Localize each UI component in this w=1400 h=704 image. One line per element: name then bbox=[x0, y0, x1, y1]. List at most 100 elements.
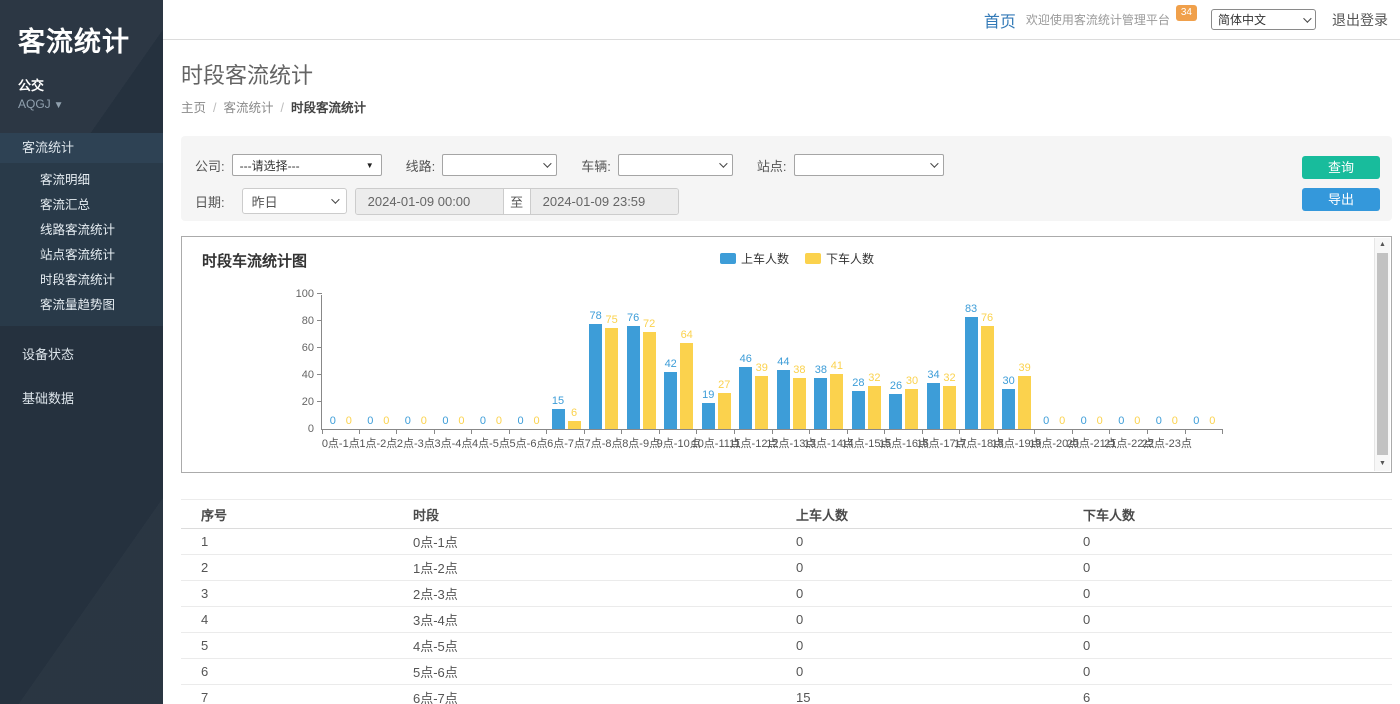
sidebar-section-客流统计[interactable]: 客流统计 bbox=[0, 133, 163, 163]
language-value: 简体中文 bbox=[1218, 11, 1266, 28]
bar-column: 26 bbox=[889, 380, 902, 429]
bar bbox=[718, 393, 731, 429]
table-cell: 6 bbox=[1083, 690, 1392, 704]
chart-category: 384113点-14点 bbox=[810, 295, 848, 429]
bar-column: 44 bbox=[777, 356, 790, 429]
bar-column: 0 bbox=[1056, 415, 1069, 429]
chart-category: 1566点-7点 bbox=[547, 295, 585, 429]
scrollbar-thumb[interactable] bbox=[1377, 253, 1388, 455]
date-label: 日期: bbox=[195, 192, 225, 211]
chevron-down-icon bbox=[543, 159, 551, 167]
chart-legend: 上车人数下车人数 bbox=[720, 250, 874, 267]
end-datetime-input[interactable]: 2024-01-09 23:59 bbox=[531, 189, 678, 214]
home-link[interactable]: 首页 bbox=[984, 8, 1016, 32]
table-cell: 0 bbox=[796, 638, 1083, 653]
line-label: 线路: bbox=[406, 156, 436, 175]
logout-link[interactable]: 退出登录 bbox=[1332, 10, 1388, 30]
bar-value-label: 39 bbox=[756, 362, 768, 374]
bar bbox=[589, 324, 602, 429]
bar-value-label: 34 bbox=[927, 369, 939, 381]
sidebar-item-客流汇总[interactable]: 客流汇总 bbox=[0, 193, 163, 218]
table-cell: 1点-2点 bbox=[413, 558, 796, 577]
station-select[interactable] bbox=[794, 154, 944, 176]
table-cell: 6点-7点 bbox=[413, 688, 796, 704]
chart-category: 003点-4点 bbox=[435, 295, 473, 429]
chart-panel: 时段车流统计图 上车人数下车人数 020406080100 000点-1点001… bbox=[181, 236, 1392, 473]
x-axis-label: 5点-6点 bbox=[510, 435, 548, 451]
legend-item-上车人数[interactable]: 上车人数 bbox=[720, 250, 789, 267]
legend-label: 上车人数 bbox=[741, 250, 789, 267]
table-cell: 0 bbox=[796, 534, 1083, 549]
bar-value-label: 41 bbox=[831, 360, 843, 372]
bar-column: 0 bbox=[1190, 415, 1203, 429]
line-select[interactable] bbox=[442, 154, 557, 176]
date-preset-select[interactable]: 昨日 bbox=[242, 188, 347, 214]
org-selector[interactable]: AQGJ▼ bbox=[18, 97, 147, 111]
x-axis-label: 6点-7点 bbox=[547, 435, 585, 451]
chart-category: 000点-1点 bbox=[322, 295, 360, 429]
y-tick-label: 60 bbox=[280, 342, 314, 354]
legend-item-下车人数[interactable]: 下车人数 bbox=[805, 250, 874, 267]
date-preset-value: 昨日 bbox=[252, 192, 278, 211]
bar-value-label: 0 bbox=[1193, 415, 1199, 427]
bar-value-label: 0 bbox=[383, 415, 389, 427]
scroll-down-icon[interactable]: ▼ bbox=[1375, 457, 1390, 471]
breadcrumb-section[interactable]: 客流统计 bbox=[224, 101, 274, 115]
company-select[interactable]: ---请选择--- ▼ bbox=[232, 154, 382, 176]
datetime-range: 2024-01-09 00:00 至 2024-01-09 23:59 bbox=[355, 188, 679, 215]
bar bbox=[755, 376, 768, 429]
bar-column: 0 bbox=[326, 415, 339, 429]
breadcrumb-home[interactable]: 主页 bbox=[181, 101, 206, 115]
bar-column: 0 bbox=[1131, 415, 1144, 429]
bar-value-label: 0 bbox=[480, 415, 486, 427]
bar bbox=[643, 332, 656, 429]
query-button[interactable]: 查询 bbox=[1302, 156, 1380, 179]
sidebar-item-客流量趋势图[interactable]: 客流量趋势图 bbox=[0, 293, 163, 318]
sidebar-section-设备状态[interactable]: 设备状态 bbox=[0, 340, 163, 370]
sidebar-item-站点客流统计[interactable]: 站点客流统计 bbox=[0, 243, 163, 268]
company-value: ---请选择--- bbox=[240, 157, 300, 174]
sidebar-section-基础数据[interactable]: 基础数据 bbox=[0, 384, 163, 414]
bar bbox=[830, 374, 843, 429]
sidebar-item-客流明细[interactable]: 客流明细 bbox=[0, 168, 163, 193]
page-content: 时段客流统计 主页/客流统计/时段客流统计 公司: ---请选择--- ▼ 线路… bbox=[163, 40, 1400, 704]
chart-title: 时段车流统计图 bbox=[202, 250, 307, 271]
bar-column: 15 bbox=[552, 395, 565, 429]
y-tick-label: 20 bbox=[280, 396, 314, 408]
language-select[interactable]: 简体中文 bbox=[1211, 9, 1316, 30]
bar-column: 32 bbox=[943, 372, 956, 429]
bar-column: 0 bbox=[364, 415, 377, 429]
table-cell: 15 bbox=[796, 690, 1083, 704]
table-cell: 4点-5点 bbox=[413, 636, 796, 655]
vehicle-select[interactable] bbox=[618, 154, 733, 176]
y-tick-label: 80 bbox=[280, 315, 314, 327]
filter-row-1: 公司: ---请选择--- ▼ 线路: 车辆 bbox=[195, 154, 1378, 176]
bar-value-label: 32 bbox=[868, 372, 880, 384]
y-tick-label: 100 bbox=[280, 288, 314, 300]
bar bbox=[1018, 376, 1031, 429]
chart-category: 0022点-23点 bbox=[1148, 295, 1186, 429]
table-cell: 0 bbox=[1083, 534, 1392, 549]
table-cell: 3点-4点 bbox=[413, 610, 796, 629]
legend-swatch bbox=[720, 253, 736, 264]
sidebar-item-时段客流统计[interactable]: 时段客流统计 bbox=[0, 268, 163, 293]
export-button[interactable]: 导出 bbox=[1302, 188, 1380, 211]
legend-swatch bbox=[805, 253, 821, 264]
bar-value-label: 0 bbox=[1134, 415, 1140, 427]
bar-value-label: 27 bbox=[718, 379, 730, 391]
chart-scrollbar[interactable]: ▲ ▼ bbox=[1374, 238, 1390, 471]
bar bbox=[627, 326, 640, 429]
chart-category: 192710点-11点 bbox=[697, 295, 735, 429]
y-tick-label: 40 bbox=[280, 369, 314, 381]
bar-value-label: 78 bbox=[589, 310, 601, 322]
dropdown-arrow-icon: ▼ bbox=[366, 161, 374, 170]
bar bbox=[568, 421, 581, 429]
caret-down-icon: ▼ bbox=[54, 100, 64, 111]
bar-value-label: 64 bbox=[681, 329, 693, 341]
start-datetime-input[interactable]: 2024-01-09 00:00 bbox=[356, 189, 503, 214]
notification-badge: 34 bbox=[1176, 5, 1197, 21]
sidebar-item-线路客流统计[interactable]: 线路客流统计 bbox=[0, 218, 163, 243]
bar-value-label: 0 bbox=[1059, 415, 1065, 427]
scroll-up-icon[interactable]: ▲ bbox=[1375, 238, 1390, 252]
bar-column: 30 bbox=[905, 375, 918, 430]
